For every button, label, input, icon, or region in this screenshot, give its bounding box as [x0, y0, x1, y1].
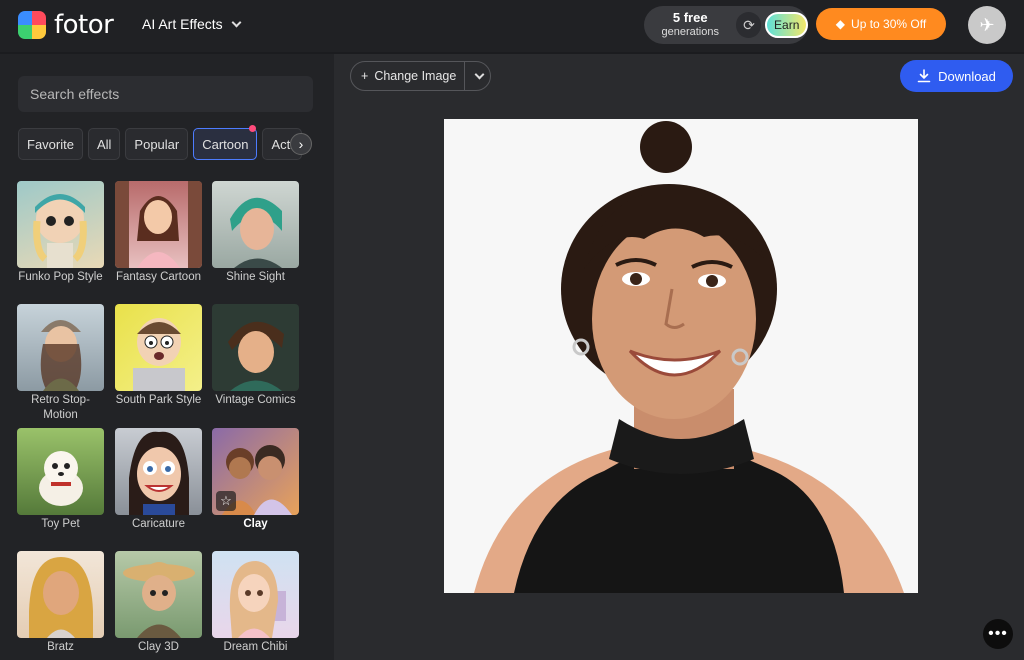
- effect-dream-chibi[interactable]: Dream Chibi: [212, 551, 299, 655]
- plus-icon: +: [361, 69, 369, 83]
- effect-thumbnail: [212, 551, 299, 638]
- chip-favorite[interactable]: Favorite: [18, 128, 83, 160]
- generations-count: 5 free: [672, 10, 708, 25]
- effect-label: South Park Style: [115, 394, 202, 406]
- effect-clay[interactable]: ☆ Clay: [212, 428, 299, 532]
- change-image-label: Change Image: [374, 69, 457, 83]
- effect-label: Clay 3D: [138, 641, 179, 653]
- effect-label: Caricature: [131, 518, 186, 530]
- top-bar: fotor AI Art Effects 5 free generations …: [0, 0, 1024, 52]
- change-image-dropdown[interactable]: [464, 62, 490, 90]
- effect-label: Funko Pop Style: [18, 271, 103, 283]
- refresh-icon[interactable]: ⟳: [736, 12, 762, 38]
- effect-south-park-style[interactable]: South Park Style: [115, 304, 202, 408]
- effect-thumbnail: ☆: [212, 428, 299, 515]
- chip-cartoon[interactable]: Cartoon: [193, 128, 258, 160]
- generations-pill: 5 free generations ⟳ Earn: [644, 6, 808, 44]
- effect-thumbnail: [212, 181, 299, 268]
- download-label: Download: [938, 68, 996, 84]
- search-input[interactable]: [18, 76, 313, 112]
- effect-thumbnail: [115, 428, 202, 515]
- generations-label: generations: [661, 26, 719, 38]
- new-badge-dot: [249, 125, 256, 132]
- download-icon: [917, 69, 931, 83]
- offer-label: Up to 30% Off: [851, 17, 927, 31]
- effect-label: Toy Pet: [41, 518, 80, 530]
- avatar[interactable]: ✈: [968, 6, 1006, 44]
- offer-button[interactable]: ◆ Up to 30% Off: [816, 8, 946, 40]
- effects-sidebar: Favorite All Popular Cartoon Acti › Funk…: [0, 54, 334, 660]
- effect-thumbnail: [212, 304, 299, 391]
- logo-icon: [18, 11, 46, 39]
- change-image-control: + Change Image: [350, 61, 492, 91]
- effect-label: Clay: [243, 518, 268, 530]
- canvas-area: + Change Image Download •••: [334, 54, 1024, 660]
- effect-toy-pet[interactable]: Toy Pet: [17, 428, 104, 532]
- chevron-down-icon: [474, 69, 485, 80]
- chip-popular[interactable]: Popular: [125, 128, 189, 160]
- effect-funko-pop-style[interactable]: Funko Pop Style: [17, 181, 104, 285]
- earn-button[interactable]: Earn: [765, 12, 808, 38]
- chevron-down-icon: [231, 17, 242, 28]
- effect-thumbnail: [115, 181, 202, 268]
- logo[interactable]: fotor: [18, 10, 114, 40]
- chip-all[interactable]: All: [87, 128, 121, 160]
- effect-fantasy-cartoon[interactable]: Fantasy Cartoon: [115, 181, 202, 285]
- diamond-icon: ◆: [835, 17, 846, 31]
- download-button[interactable]: Download: [900, 60, 1013, 92]
- effect-vintage-comics[interactable]: Vintage Comics: [212, 304, 299, 408]
- uploaded-photo[interactable]: [444, 119, 918, 593]
- effect-label: Vintage Comics: [215, 394, 296, 406]
- effect-thumbnail: [17, 304, 104, 391]
- category-chips: Favorite All Popular Cartoon Acti: [18, 128, 316, 160]
- brand-name: fotor: [54, 10, 114, 40]
- more-options-button[interactable]: •••: [983, 619, 1013, 649]
- effect-thumbnail: [17, 428, 104, 515]
- effect-thumbnail: [17, 551, 104, 638]
- ai-art-effects-menu[interactable]: AI Art Effects: [142, 16, 242, 32]
- change-image-button[interactable]: + Change Image: [351, 62, 464, 90]
- effect-thumbnail: [17, 181, 104, 268]
- effect-bratz[interactable]: Bratz: [17, 551, 104, 655]
- effect-label: Dream Chibi: [223, 641, 288, 653]
- effect-label: Retro Stop-Motion: [31, 394, 90, 421]
- effect-label: Shine Sight: [226, 271, 285, 283]
- effect-thumbnail: [115, 551, 202, 638]
- effect-thumbnail: [115, 304, 202, 391]
- chevron-right-icon[interactable]: ›: [290, 133, 312, 155]
- effect-retro-stop-motion[interactable]: Retro Stop-Motion: [17, 304, 104, 423]
- effect-label: Bratz: [47, 641, 74, 653]
- effect-shine-sight[interactable]: Shine Sight: [212, 181, 299, 285]
- effect-label: Fantasy Cartoon: [115, 271, 201, 283]
- user-icon: ✈: [979, 14, 995, 35]
- star-icon[interactable]: ☆: [216, 491, 236, 511]
- effect-clay-3d[interactable]: Clay 3D: [115, 551, 202, 655]
- effect-caricature[interactable]: Caricature: [115, 428, 202, 532]
- menu-title-label: AI Art Effects: [142, 16, 223, 32]
